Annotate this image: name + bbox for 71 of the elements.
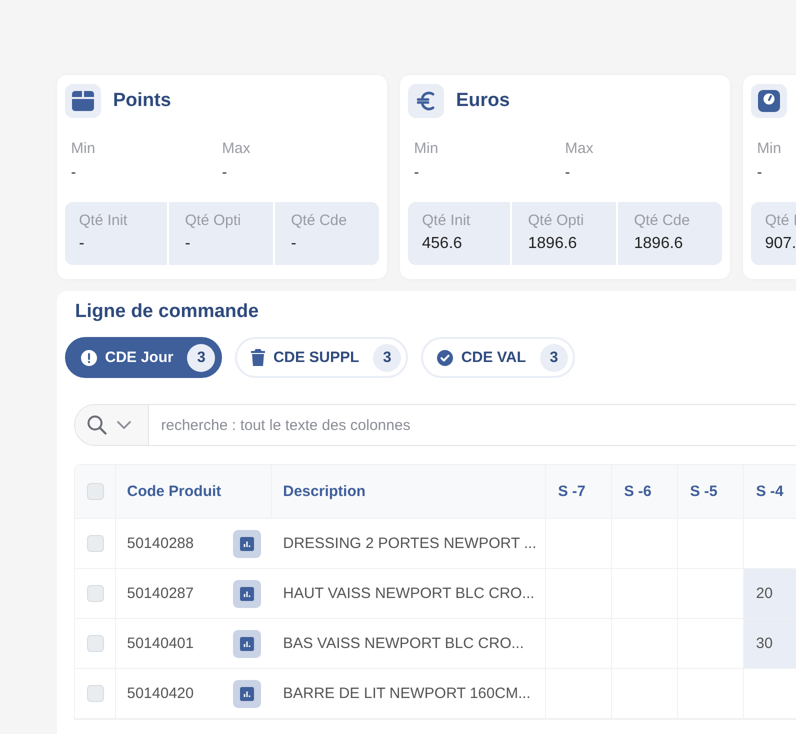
trash-icon (251, 349, 266, 366)
quantity-label: Qté Opti (528, 212, 585, 229)
row-checkbox[interactable] (86, 535, 104, 552)
min-value: - (71, 164, 77, 181)
chart-button[interactable] (233, 680, 261, 708)
select-all-checkbox[interactable] (86, 483, 104, 500)
bar-chart-icon (240, 536, 254, 550)
quantity-value: - (291, 235, 298, 253)
min-value: - (757, 164, 763, 181)
count-badge: 3 (540, 344, 568, 372)
chart-button[interactable] (233, 630, 261, 658)
quantity-label: Qté Init (79, 212, 128, 229)
section-title: Ligne de commande (75, 301, 260, 323)
bar-chart-icon (240, 586, 254, 600)
chevron-down-icon (117, 421, 131, 429)
filter-chip[interactable]: CDE Jour 3 (65, 337, 222, 378)
table-cell: 50140420 (127, 685, 194, 702)
max-label: Max (565, 140, 594, 157)
search-icon (87, 415, 107, 435)
table-cell: BAS VAISS NEWPORT BLC CRO... (283, 635, 524, 652)
quantity-label: Qté Opti (185, 212, 242, 229)
filter-chip[interactable]: CDE VAL 3 (421, 337, 575, 378)
table-cell: BARRE DE LIT NEWPORT 160CM... (283, 685, 531, 702)
table-cell: 30 (756, 635, 773, 652)
quantity-value: 1896.6 (528, 235, 578, 253)
table-cell: 50140288 (127, 535, 194, 552)
card-title: Points (113, 90, 172, 112)
max-label: Max (222, 140, 252, 157)
euro-icon (417, 91, 435, 111)
chart-button[interactable] (233, 530, 261, 558)
column-header[interactable]: S -6 (612, 465, 678, 518)
quantity-label: Qté I (765, 212, 796, 229)
quantity-label: Qté Cde (291, 212, 348, 229)
alert-icon (81, 350, 97, 366)
quantity-value: 456.6 (422, 235, 464, 253)
filter-chip[interactable]: CDE SUPPL 3 (235, 337, 408, 378)
chart-button[interactable] (233, 580, 261, 608)
min-label: Min (71, 140, 96, 157)
min-value: - (414, 164, 420, 181)
bar-chart-icon (240, 686, 254, 700)
table-cell: 50140287 (127, 585, 194, 602)
table-cell: 50140401 (127, 635, 194, 652)
count-badge: 3 (187, 344, 216, 372)
quantity-label: Qté Init (422, 212, 472, 229)
table-cell: DRESSING 2 PORTES NEWPORT ... (283, 535, 536, 552)
row-checkbox[interactable] (86, 635, 104, 652)
quantity-value: - (79, 235, 86, 253)
table-cell: 20 (756, 585, 773, 602)
count-badge: 3 (373, 344, 402, 372)
card-title: Euros (456, 90, 510, 112)
row-checkbox[interactable] (86, 685, 104, 702)
column-header[interactable]: S -5 (678, 465, 744, 518)
check-circle-icon (437, 350, 454, 366)
column-header[interactable]: Description (272, 465, 546, 518)
max-value: - (222, 164, 228, 181)
column-header[interactable]: Code Produit (116, 465, 272, 518)
table-cell: HAUT VAISS NEWPORT BLC CRO... (283, 585, 534, 602)
max-value: - (565, 164, 571, 181)
quantity-value: - (185, 235, 192, 253)
row-checkbox[interactable] (86, 585, 104, 602)
quantity-value: 1896.6 (634, 235, 684, 253)
box-icon (72, 91, 94, 111)
bar-chart-icon (240, 636, 254, 650)
search-mode-button[interactable] (75, 405, 149, 445)
min-label: Min (757, 140, 782, 157)
scale-icon (758, 90, 780, 112)
min-label: Min (414, 140, 440, 157)
quantity-value: 907. (765, 235, 796, 253)
quantity-label: Qté Cde (634, 212, 691, 229)
column-header[interactable]: S -7 (546, 465, 612, 518)
column-header[interactable]: S -4 (744, 465, 796, 518)
